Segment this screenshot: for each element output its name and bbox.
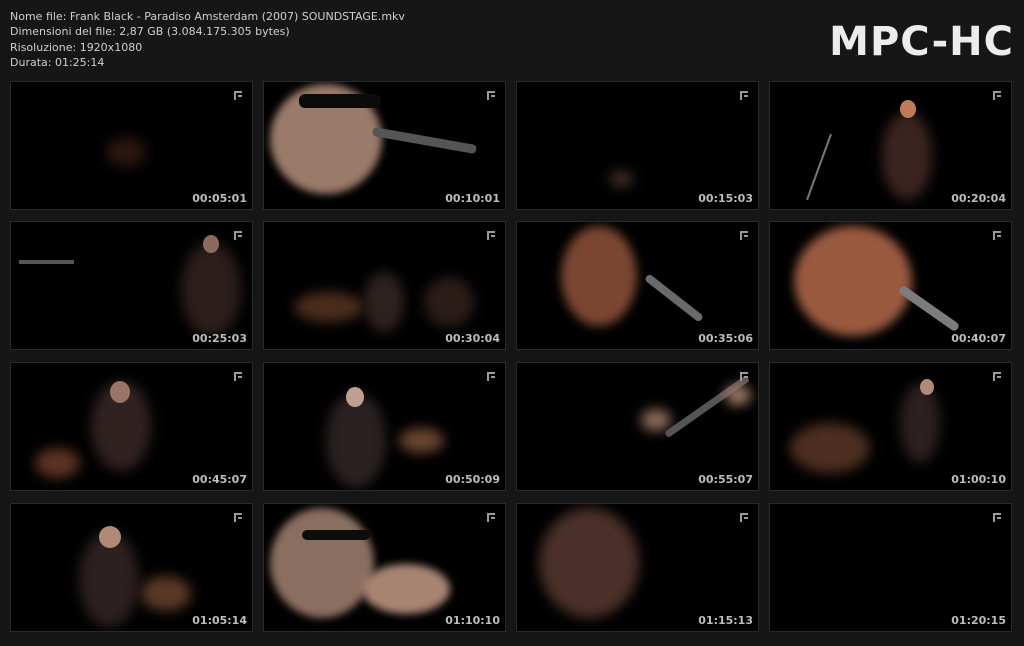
video-thumbnail: 00:25:03 xyxy=(10,221,253,350)
thumbnail-timestamp: 01:20:15 xyxy=(951,614,1006,627)
thumbnail-timestamp: 00:40:07 xyxy=(951,332,1006,345)
video-thumbnail: 00:30:04 xyxy=(263,221,506,350)
thumbnail-timestamp: 01:10:10 xyxy=(445,614,500,627)
thumbnail-timestamp: 01:15:13 xyxy=(698,614,753,627)
watermark-icon xyxy=(234,513,242,522)
watermark-icon xyxy=(993,91,1001,100)
video-thumbnail: 00:20:04 xyxy=(769,81,1012,210)
thumbnail-timestamp: 00:55:07 xyxy=(698,473,753,486)
watermark-icon xyxy=(487,513,495,522)
thumbnail-timestamp: 00:30:04 xyxy=(445,332,500,345)
video-thumbnail: 00:50:09 xyxy=(263,362,506,491)
video-thumbnail: 00:35:06 xyxy=(516,221,759,350)
video-thumbnail: 00:45:07 xyxy=(10,362,253,491)
thumbnail-timestamp: 00:15:03 xyxy=(698,192,753,205)
watermark-icon xyxy=(993,231,1001,240)
video-thumbnail: 00:15:03 xyxy=(516,81,759,210)
video-thumbnail: 00:10:01 xyxy=(263,81,506,210)
thumbnail-timestamp: 01:05:14 xyxy=(192,614,247,627)
watermark-icon xyxy=(993,372,1001,381)
thumbnail-timestamp: 00:05:01 xyxy=(192,192,247,205)
watermark-icon xyxy=(740,231,748,240)
video-thumbnail: 01:00:10 xyxy=(769,362,1012,491)
watermark-icon xyxy=(487,372,495,381)
watermark-icon xyxy=(740,372,748,381)
watermark-icon xyxy=(234,91,242,100)
video-thumbnail: 01:15:13 xyxy=(516,503,759,632)
thumbnail-timestamp: 00:25:03 xyxy=(192,332,247,345)
thumbnail-timestamp: 00:10:01 xyxy=(445,192,500,205)
thumbnail-timestamp: 00:20:04 xyxy=(951,192,1006,205)
watermark-icon xyxy=(234,372,242,381)
thumbnail-timestamp: 00:45:07 xyxy=(192,473,247,486)
video-thumbnail: 00:55:07 xyxy=(516,362,759,491)
watermark-icon xyxy=(487,91,495,100)
video-thumbnail: 01:05:14 xyxy=(10,503,253,632)
watermark-icon xyxy=(740,91,748,100)
video-thumbnail: 00:40:07 xyxy=(769,221,1012,350)
video-thumbnail: 01:20:15 xyxy=(769,503,1012,632)
video-thumbnail: 01:10:10 xyxy=(263,503,506,632)
video-thumbnail: 00:05:01 xyxy=(10,81,253,210)
thumbnail-grid: 00:05:01 00:10:01 00:15:03 00:20:04 00:2… xyxy=(0,0,1024,646)
thumbnail-timestamp: 00:50:09 xyxy=(445,473,500,486)
thumbnail-timestamp: 00:35:06 xyxy=(698,332,753,345)
thumbnail-timestamp: 01:00:10 xyxy=(951,473,1006,486)
watermark-icon xyxy=(993,513,1001,522)
watermark-icon xyxy=(234,231,242,240)
watermark-icon xyxy=(487,231,495,240)
watermark-icon xyxy=(740,513,748,522)
